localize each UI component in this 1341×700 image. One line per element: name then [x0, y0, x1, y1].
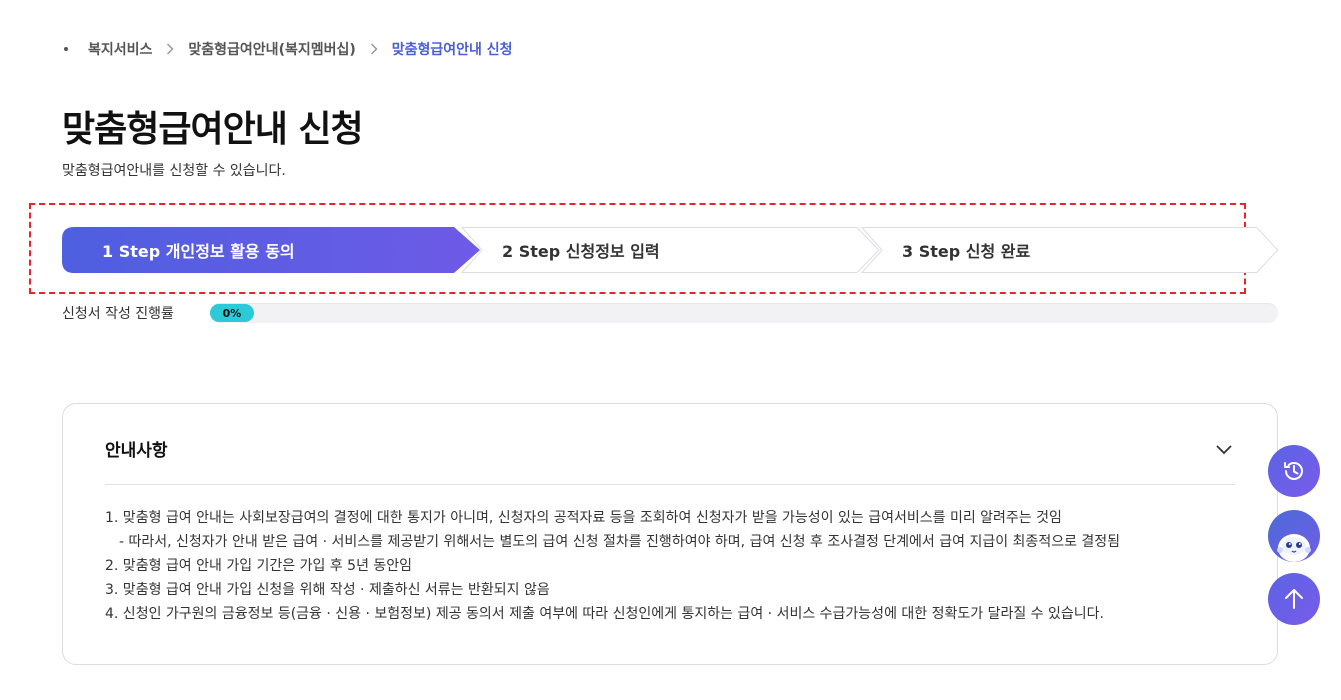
breadcrumb-item-welfare[interactable]: 복지서비스 [88, 39, 152, 59]
arrow-up-icon [1285, 589, 1303, 609]
scroll-to-top-button[interactable] [1268, 573, 1320, 625]
notice-line-1: 1. 맞춤형 급여 안내는 사회보장급여의 결정에 대한 통지가 아니며, 신청… [105, 510, 1062, 526]
page-title: 맞춤형급여안내 신청 [62, 109, 364, 150]
step-2-label: 2 Step 신청정보 입력 [502, 242, 660, 261]
notice-line-4: 4. 신청인 가구원의 금융정보 등(금융 · 신용 · 보험정보) 제공 동의… [105, 606, 1104, 622]
chatbot-icon [1277, 534, 1311, 562]
history-icon [1284, 462, 1303, 480]
notice-line-1-sub: - 따라서, 신청자가 안내 받은 급여 · 서비스를 제공받기 위해서는 별도… [119, 534, 1121, 550]
notice-title: 안내사항 [105, 441, 168, 461]
page-description: 맞춤형급여안내를 신청할 수 있습니다. [62, 163, 286, 179]
progress-value: 0% [210, 304, 254, 322]
chevron-right-icon [166, 43, 174, 55]
breadcrumb-item-membership[interactable]: 맞춤형급여안내(복지멤버십) [188, 39, 355, 59]
notice-line-2: 2. 맞춤형 급여 안내 가입 기간은 가입 후 5년 동안임 [105, 558, 413, 574]
step-indicator: 1 Step 개인정보 활용 동의 2 Step 신청정보 입력 3 Step … [62, 227, 1278, 273]
notice-toggle-button[interactable] [1213, 438, 1235, 460]
breadcrumb-item-current[interactable]: 맞춤형급여안내 신청 [392, 39, 513, 59]
progress-track [210, 303, 1278, 323]
notice-line-3: 3. 맞춤형 급여 안내 가입 신청을 위해 작성 · 제출하신 서류는 반환되… [105, 582, 550, 598]
notice-body: 1. 맞춤형 급여 안내는 사회보장급여의 결정에 대한 통지가 아니며, 신청… [105, 506, 1235, 626]
chatbot-button[interactable] [1268, 510, 1320, 562]
breadcrumb: 복지서비스 맞춤형급여안내(복지멤버십) 맞춤형급여안내 신청 [62, 38, 513, 60]
recent-history-button[interactable] [1268, 445, 1320, 497]
chevron-down-icon [1216, 445, 1232, 455]
home-bullet [64, 47, 68, 51]
step-1-label: 1 Step 개인정보 활용 동의 [102, 242, 295, 261]
progress-label: 신청서 작성 진행률 [62, 306, 174, 322]
notice-divider [105, 484, 1235, 485]
notice-panel: 안내사항 1. 맞춤형 급여 안내는 사회보장급여의 결정에 대한 통지가 아니… [62, 403, 1278, 665]
step-3-label: 3 Step 신청 완료 [902, 242, 1031, 261]
chevron-right-icon [370, 43, 378, 55]
